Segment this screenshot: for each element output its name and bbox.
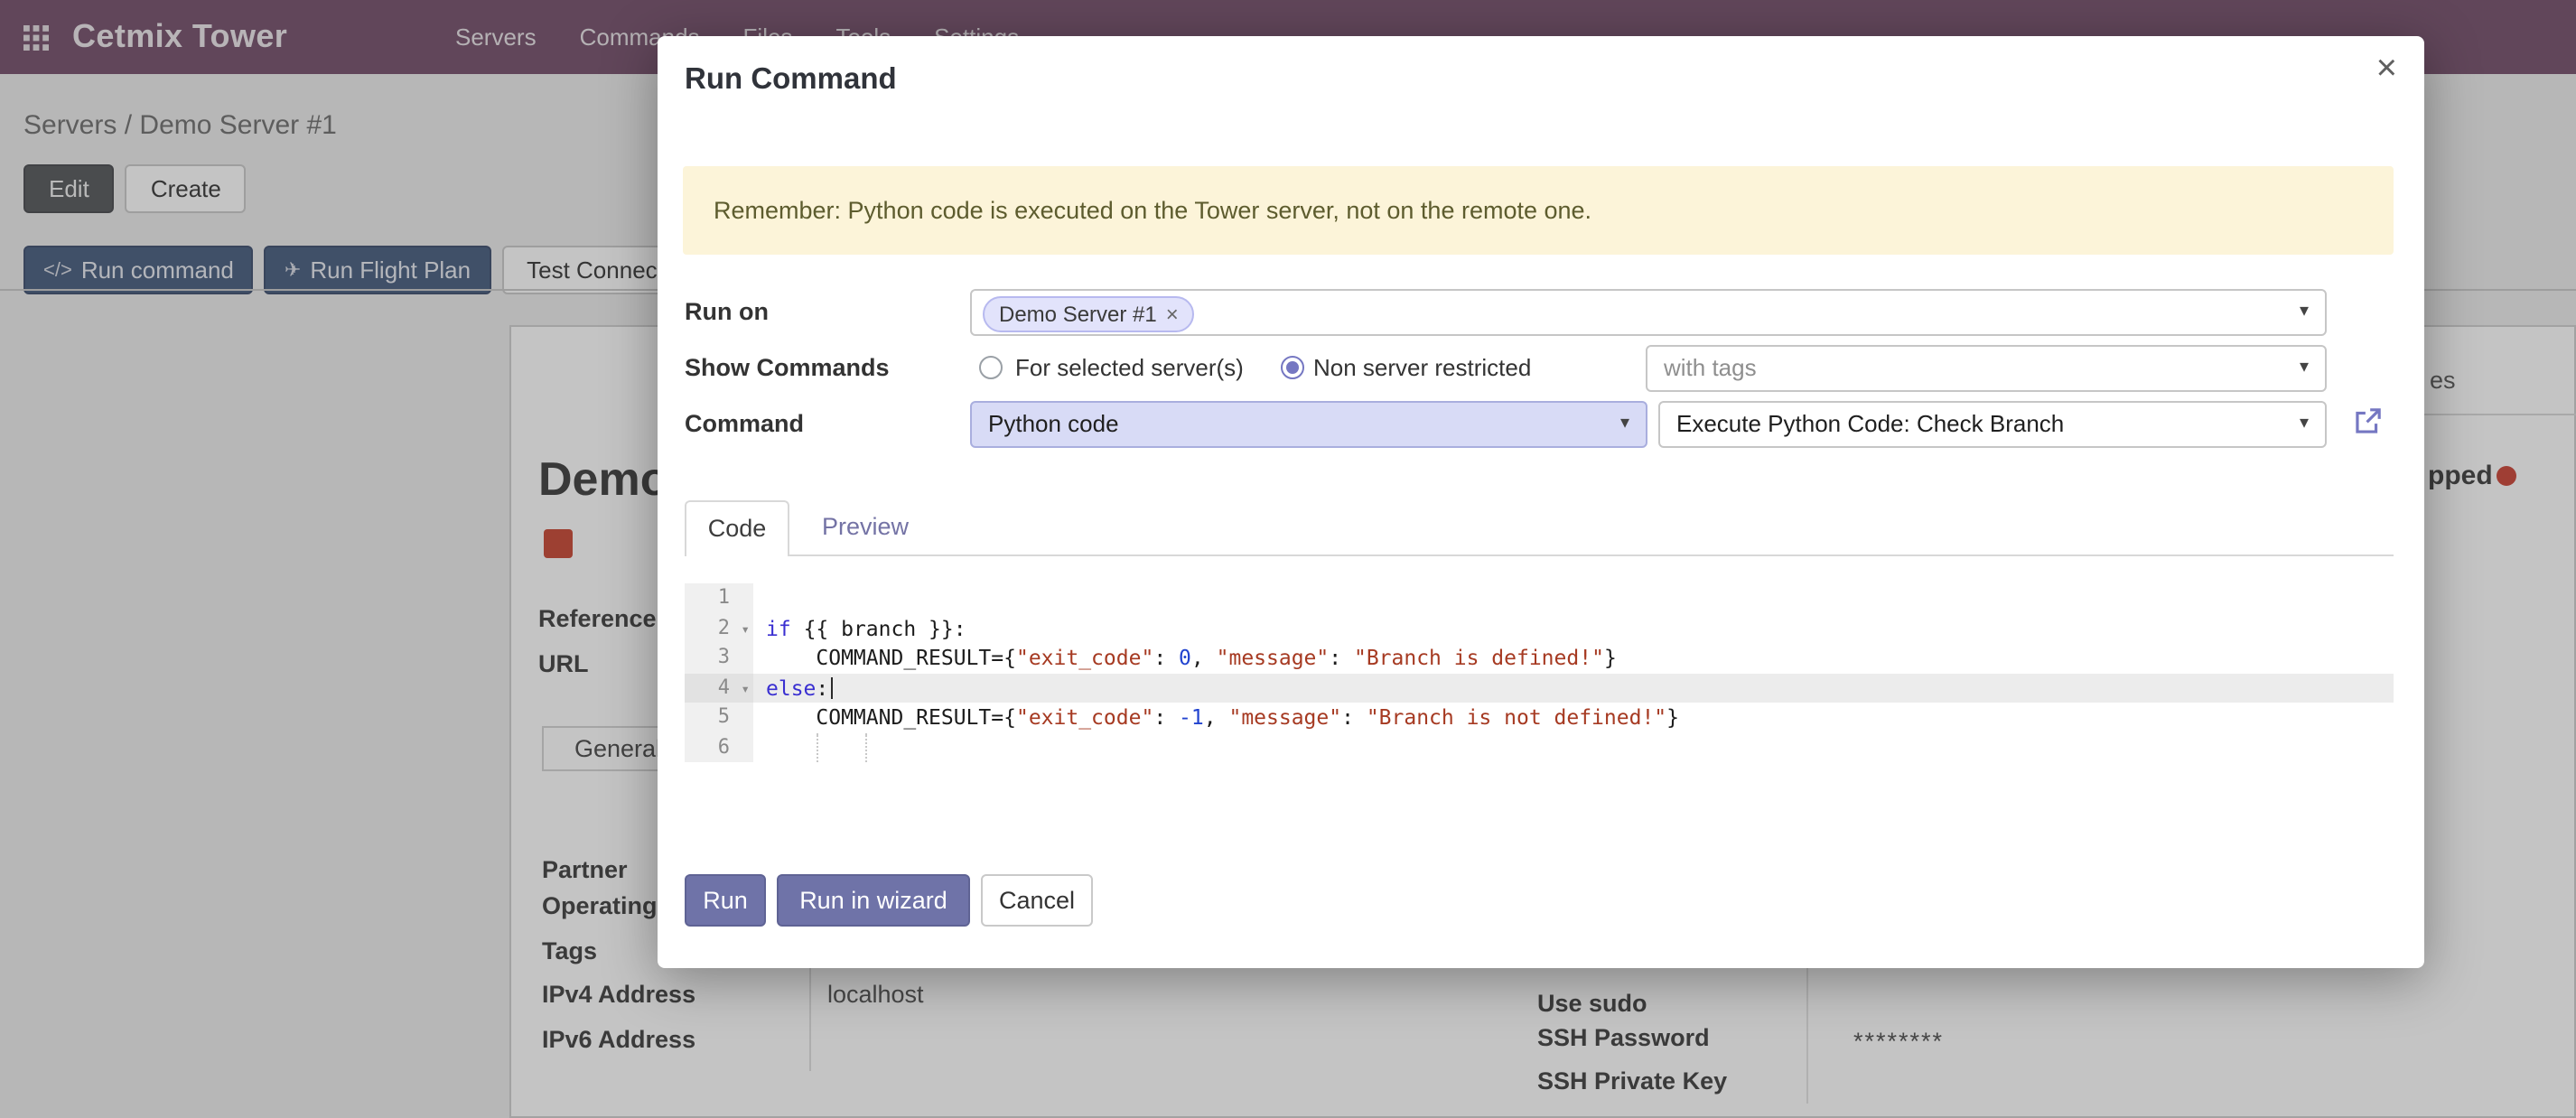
external-link-icon [2352,406,2383,437]
radio-non-server-restricted[interactable] [1281,356,1304,379]
code-line[interactable]: else: [753,673,2394,703]
warning-alert-text: Remember: Python code is executed on the… [714,166,1591,255]
warning-alert: Remember: Python code is executed on the… [683,166,2394,255]
modal-tabstrip: Code Preview [685,500,2394,556]
code-line[interactable]: if {{ branch }}: [753,613,2394,643]
close-icon[interactable]: × [2376,51,2397,87]
run-button[interactable]: Run [685,874,766,927]
chevron-down-icon: ▾ [2300,302,2309,321]
code-row[interactable]: 3 COMMAND_RESULT={"exit_code": 0, "messa… [685,643,2394,673]
command-value: Execute Python Code: Check Branch [1676,403,2064,446]
with-tags-select[interactable]: with tags ▾ [1646,345,2327,392]
gutter-line-number: 1 [685,583,753,613]
chevron-down-icon: ▾ [2300,414,2309,433]
remove-tag-icon[interactable]: × [1166,302,1179,327]
code-row[interactable]: 5 COMMAND_RESULT={"exit_code": -1, "mess… [685,703,2394,732]
radio-for-selected-servers-label[interactable]: For selected server(s) [1015,345,1244,392]
open-record-button[interactable] [2352,406,2383,446]
fold-icon[interactable]: ▾ [741,615,750,645]
tab-code[interactable]: Code [685,500,789,556]
code-row[interactable]: 1 [685,583,2394,613]
code-line[interactable]: COMMAND_RESULT={"exit_code": 0, "message… [753,643,2394,673]
run-on-label: Run on [685,289,769,336]
command-type-select[interactable]: Python code ▾ [970,401,1647,448]
gutter-line-number: 3 [685,643,753,673]
code-line[interactable] [753,583,2394,613]
app-window: Cetmix Tower Servers Commands Files Tool… [0,0,2576,1118]
code-row[interactable]: 6 [685,732,2394,762]
chevron-down-icon: ▾ [2300,358,2309,377]
show-commands-label: Show Commands [685,345,890,392]
radio-for-selected-servers[interactable] [979,356,1003,379]
code-editor[interactable]: 12▾if {{ branch }}:3 COMMAND_RESULT={"ex… [685,578,2394,771]
gutter-line-number: 6 [685,732,753,762]
with-tags-placeholder: with tags [1664,347,1757,390]
chevron-down-icon: ▾ [1620,414,1629,433]
command-select[interactable]: Execute Python Code: Check Branch ▾ [1658,401,2327,448]
modal-title: Run Command [685,63,897,98]
gutter-line-number: 5 [685,703,753,732]
gutter-line-number: 4▾ [685,673,753,703]
code-line[interactable]: COMMAND_RESULT={"exit_code": -1, "messag… [753,703,2394,732]
radio-non-server-restricted-label[interactable]: Non server restricted [1313,345,1531,392]
cancel-button[interactable]: Cancel [981,874,1093,927]
text-cursor [830,676,833,698]
run-command-modal: Run Command × Remember: Python code is e… [658,36,2424,968]
code-row[interactable]: 2▾if {{ branch }}: [685,613,2394,643]
server-tag: Demo Server #1 × [983,296,1195,332]
command-type-value: Python code [988,403,1119,446]
code-row[interactable]: 4▾else: [685,673,2394,703]
command-label: Command [685,401,804,448]
gutter-line-number: 2▾ [685,613,753,643]
run-in-wizard-button[interactable]: Run in wizard [777,874,970,927]
fold-icon[interactable]: ▾ [741,675,750,704]
run-on-multiselect[interactable]: Demo Server #1 × ▾ [970,289,2327,336]
tab-preview[interactable]: Preview [804,500,927,554]
code-line[interactable] [753,732,2394,762]
